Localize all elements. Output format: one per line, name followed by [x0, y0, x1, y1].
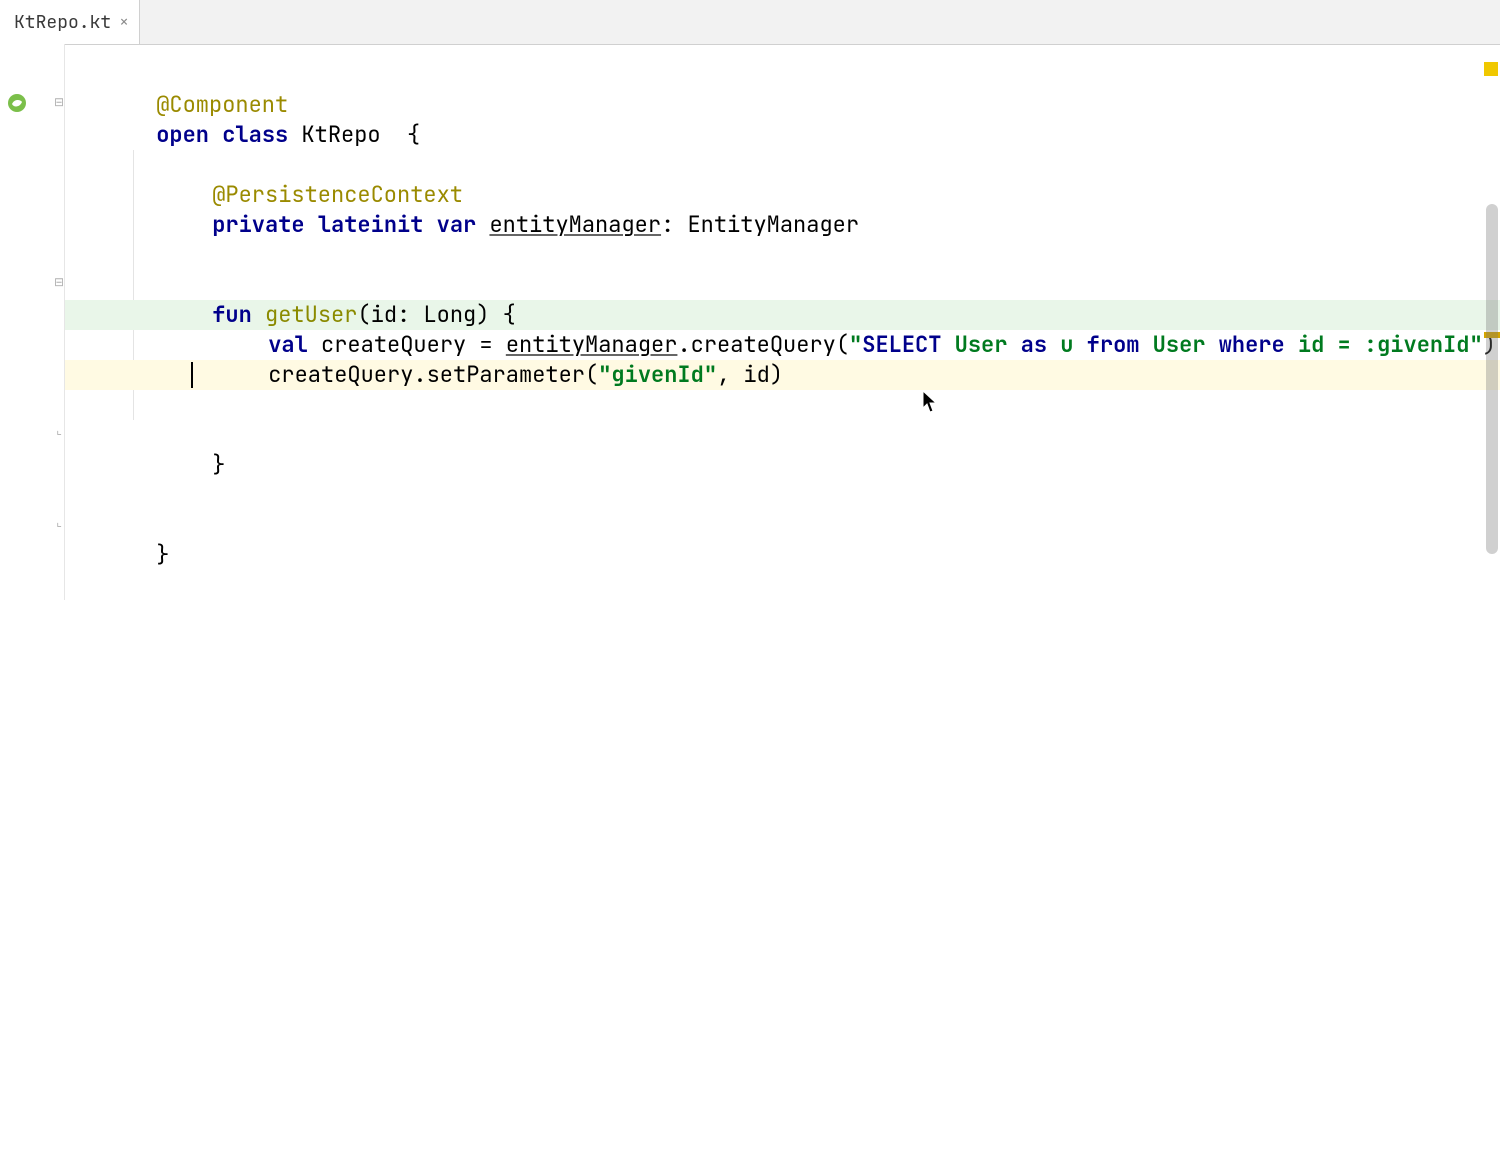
- code-line[interactable]: @Component: [77, 60, 1476, 90]
- vertical-scrollbar[interactable]: [1486, 204, 1498, 554]
- analysis-status-marker[interactable]: [1484, 62, 1498, 76]
- editor-right-strip[interactable]: [1480, 44, 1500, 600]
- code-line[interactable]: }: [77, 510, 1476, 540]
- brace-close: }: [156, 540, 169, 569]
- code-line[interactable]: fun getUser(id: Long) {: [77, 270, 1476, 300]
- code-line[interactable]: val createQuery = entityManager.createQu…: [77, 300, 1476, 330]
- code-line[interactable]: }: [77, 420, 1476, 450]
- code-line[interactable]: private lateinit var entityManager: Enti…: [77, 180, 1476, 210]
- fold-toggle-icon[interactable]: ⊟: [53, 96, 65, 108]
- editor-area: ⊟ ⊟ ⌞ ⌞ @Component open class KtRepo { @…: [0, 44, 1500, 600]
- keyword-class: class: [222, 120, 288, 149]
- call-setparameter-a: createQuery.setParameter(: [268, 360, 598, 389]
- editor-gutter[interactable]: ⊟ ⊟ ⌞ ⌞: [0, 44, 65, 600]
- close-icon[interactable]: ×: [119, 14, 129, 30]
- file-tab-ktrepo[interactable]: KtRepo.kt ×: [0, 0, 140, 44]
- keyword-private: private: [212, 210, 304, 239]
- code-line[interactable]: open class KtRepo {: [77, 90, 1476, 120]
- class-name: KtRepo {: [288, 120, 420, 149]
- spring-bean-gutter-icon[interactable]: [6, 92, 28, 114]
- fold-end-icon[interactable]: ⌞: [53, 516, 65, 528]
- code-line[interactable]: createQuery.setParameter("givenId", id): [77, 330, 1476, 360]
- type-decl: : EntityManager: [661, 210, 859, 239]
- field-entity-manager: entityManager: [489, 210, 661, 239]
- code-editor[interactable]: @Component open class KtRepo { @Persiste…: [65, 44, 1500, 600]
- keyword-var: var: [437, 210, 477, 239]
- code-line[interactable]: @PersistenceContext: [77, 150, 1476, 180]
- fold-toggle-icon[interactable]: ⊟: [53, 276, 65, 288]
- brace-close: }: [212, 450, 225, 479]
- string-literal: "givenId": [598, 360, 717, 389]
- fold-end-icon[interactable]: ⌞: [53, 424, 65, 436]
- keyword-lateinit: lateinit: [318, 210, 424, 239]
- editor-tabbar: KtRepo.kt ×: [0, 0, 1500, 45]
- keyword-open: open: [156, 120, 209, 149]
- file-tab-label: KtRepo.kt: [14, 11, 111, 34]
- call-setparameter-b: , id): [717, 360, 783, 389]
